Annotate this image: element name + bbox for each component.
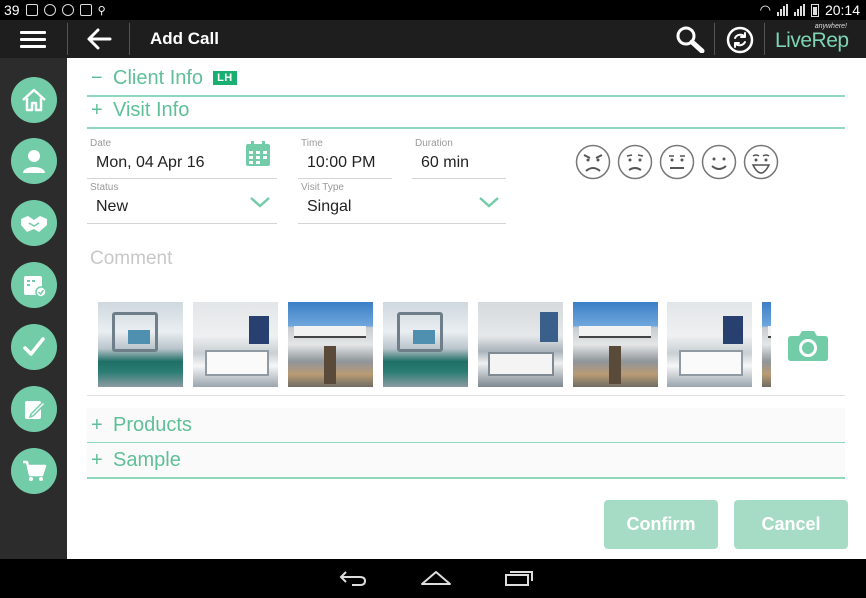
photo-attachments [97,302,771,387]
system-nav-bar [0,559,866,598]
visit-type-value: Singal [307,198,352,215]
sidebar-item-deals[interactable] [11,200,57,246]
main-content: − Client Info LH + Visit Info Date Mon, … [67,58,866,559]
client-initials-badge: LH [213,71,237,85]
status-value: New [96,198,129,215]
sidebar-item-tasks[interactable] [11,324,57,370]
sidebar-item-notes[interactable] [11,386,57,432]
comment-input[interactable]: Comment [90,248,172,270]
sidebar-item-orders[interactable] [11,448,57,494]
section-title: Products [113,413,192,436]
collapse-icon: − [91,66,103,89]
back-arrow-icon[interactable] [84,23,114,55]
photo-thumbnail[interactable] [667,302,752,387]
home-nav-icon[interactable] [420,570,452,586]
expand-icon: + [91,448,103,471]
brand-logo: anywhere! LiveRep [775,23,855,55]
signal-2-icon [793,4,805,16]
handshake-icon [21,216,47,232]
section-products[interactable]: + Products [87,408,845,444]
sidebar-item-home[interactable] [11,77,57,123]
photo-thumbnail[interactable] [98,302,183,387]
home-icon [22,88,46,112]
section-client-info[interactable]: − Client Info LH [87,61,845,97]
usb-icon: ⚲ [97,4,106,17]
page-title: Add Call [150,29,219,48]
duration-label: Duration [415,138,453,149]
time-label: Time [301,138,323,149]
signal-icon [776,4,788,16]
section-title: Visit Info [113,98,190,121]
wifi-icon: ◠ [759,2,771,17]
status-bar: 39 ⚲ ◠ 20:14 [0,0,866,20]
sad-face-icon[interactable] [617,144,653,180]
cancel-button[interactable]: Cancel [734,500,848,549]
clock: 20:14 [824,2,860,18]
chat-notification-icon [43,4,56,16]
sync-icon[interactable] [726,26,754,54]
cart-icon [23,460,47,481]
date-label: Date [90,138,112,149]
person-icon [23,150,45,173]
status-dropdown[interactable]: Status New [87,182,277,224]
divider [764,23,765,55]
section-visit-info[interactable]: + Visit Info [87,93,845,129]
section-title: Sample [113,448,181,471]
sidebar-item-client[interactable] [11,138,57,184]
image-notification-icon [25,4,38,16]
photo-thumbnail[interactable] [762,302,771,387]
battery-icon [810,3,819,17]
section-title: Client Info [113,66,204,89]
menu-icon[interactable] [20,31,46,48]
recent-apps-icon[interactable] [504,570,534,586]
duration-field[interactable]: Duration 60 min [412,138,506,179]
visit-type-label: Visit Type [301,182,344,193]
time-value: 10:00 PM [307,154,376,171]
date-field[interactable]: Date Mon, 04 Apr 16 [87,138,277,179]
date-value: Mon, 04 Apr 16 [96,154,205,171]
mood-rating [575,144,779,180]
divider [714,23,715,55]
photo-thumbnail[interactable] [573,302,658,387]
section-sample[interactable]: + Sample [87,443,845,479]
chevron-down-icon [479,197,499,208]
calendar-icon[interactable] [245,141,271,167]
visit-type-dropdown[interactable]: Visit Type Singal [298,182,506,224]
app-bar: Add Call anywhere! LiveRep [0,20,866,58]
camera-icon[interactable] [787,328,829,362]
calendar-check-icon [24,276,47,298]
expand-icon: + [91,98,103,121]
neutral-face-icon[interactable] [659,144,695,180]
sidebar-item-planner[interactable] [11,262,57,308]
status-label: Status [90,182,119,193]
divider [129,23,130,55]
notification-count: 39 [4,2,20,18]
sidebar [0,58,67,559]
duration-value: 60 min [421,154,470,171]
back-nav-icon[interactable] [338,569,368,587]
chevron-down-icon [250,197,270,208]
edit-note-icon [25,400,47,419]
app-notification-icon [61,4,74,16]
very-happy-face-icon[interactable] [743,144,779,180]
photo-thumbnail[interactable] [193,302,278,387]
photo-thumbnail[interactable] [478,302,563,387]
photo-thumbnail[interactable] [288,302,373,387]
search-icon[interactable] [675,25,705,54]
happy-face-icon[interactable] [701,144,737,180]
divider [67,23,68,55]
photo-thumbnail[interactable] [383,302,468,387]
angry-face-icon[interactable] [575,144,611,180]
expand-icon: + [91,413,103,436]
time-field[interactable]: Time 10:00 PM [298,138,392,179]
brand-name: LiveRep [775,29,849,52]
confirm-button[interactable]: Confirm [604,500,718,549]
check-notification-icon [79,4,92,16]
checkmark-icon [23,337,45,356]
divider [87,395,845,396]
